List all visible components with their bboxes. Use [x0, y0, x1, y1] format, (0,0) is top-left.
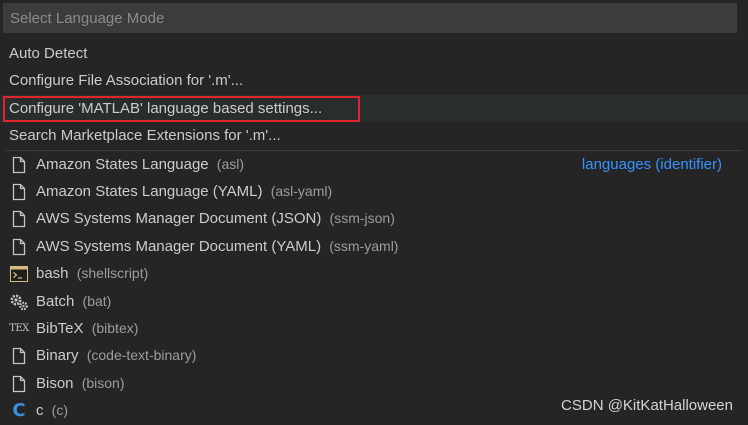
tex-icon-text: TEX [9, 323, 29, 335]
search-input-box[interactable] [3, 3, 737, 33]
language-item-ssm-json[interactable]: AWS Systems Manager Document (JSON) (ssm… [0, 205, 748, 232]
language-id: (asl) [216, 155, 245, 172]
language-item-binary[interactable]: Binary (code-text-binary) [0, 342, 748, 369]
language-name: AWS Systems Manager Document (JSON) [36, 210, 322, 228]
language-name: AWS Systems Manager Document (YAML) [36, 237, 322, 255]
file-icon [9, 183, 29, 201]
language-id: (shellscript) [76, 265, 149, 282]
tex-icon: TEX [9, 320, 29, 338]
language-item-asl[interactable]: Amazon States Language (asl) languages (… [0, 151, 748, 178]
configure-file-association-item[interactable]: Configure File Association for '.m'... [0, 67, 748, 94]
language-mode-quick-pick: Auto Detect Configure File Association f… [0, 0, 748, 424]
language-id: (bat) [82, 292, 112, 309]
configure-language-settings-item[interactable]: Configure 'MATLAB' language based settin… [0, 94, 748, 123]
auto-detect-item[interactable]: Auto Detect [0, 40, 748, 67]
file-icon [9, 210, 29, 228]
language-name: Bison [36, 374, 74, 392]
gears-icon [9, 293, 29, 311]
language-id: (c) [51, 402, 68, 419]
language-item-bash[interactable]: bash (shellscript) [0, 260, 748, 287]
languages-identifier-label: languages (identifier) [581, 155, 722, 173]
language-name: Batch [36, 292, 75, 310]
language-id: (ssm-json) [329, 210, 395, 227]
language-name: c [36, 402, 44, 420]
terminal-icon [9, 265, 29, 283]
quick-pick-list: Auto Detect Configure File Association f… [0, 40, 748, 424]
language-id: (bibtex) [91, 319, 139, 336]
search-input[interactable] [4, 4, 736, 32]
watermark-text: CSDN @KitKatHalloween [561, 397, 733, 414]
language-name: BibTeX [36, 319, 84, 337]
language-name: Amazon States Language [36, 155, 209, 173]
file-icon [9, 375, 29, 393]
language-id: (code-text-binary) [86, 347, 197, 364]
language-name: Binary [36, 347, 79, 365]
file-icon [9, 347, 29, 365]
language-item-bibtex[interactable]: TEX BibTeX (bibtex) [0, 315, 748, 342]
c-icon-letter: C [12, 400, 26, 422]
file-icon [9, 238, 29, 256]
language-id: (bison) [81, 374, 125, 391]
language-id: (asl-yaml) [270, 182, 333, 199]
language-item-ssm-yaml[interactable]: AWS Systems Manager Document (YAML) (ssm… [0, 233, 748, 260]
language-name: bash [36, 265, 69, 283]
c-language-icon: C [9, 400, 29, 421]
language-item-bat[interactable]: Batch (bat) [0, 288, 748, 315]
language-id: (ssm-yaml) [329, 237, 399, 254]
language-item-bison[interactable]: Bison (bison) [0, 370, 748, 397]
file-icon [9, 156, 29, 174]
language-item-asl-yaml[interactable]: Amazon States Language (YAML) (asl-yaml) [0, 178, 748, 205]
language-name: Amazon States Language (YAML) [36, 182, 263, 200]
search-marketplace-item[interactable]: Search Marketplace Extensions for '.m'..… [0, 122, 748, 149]
